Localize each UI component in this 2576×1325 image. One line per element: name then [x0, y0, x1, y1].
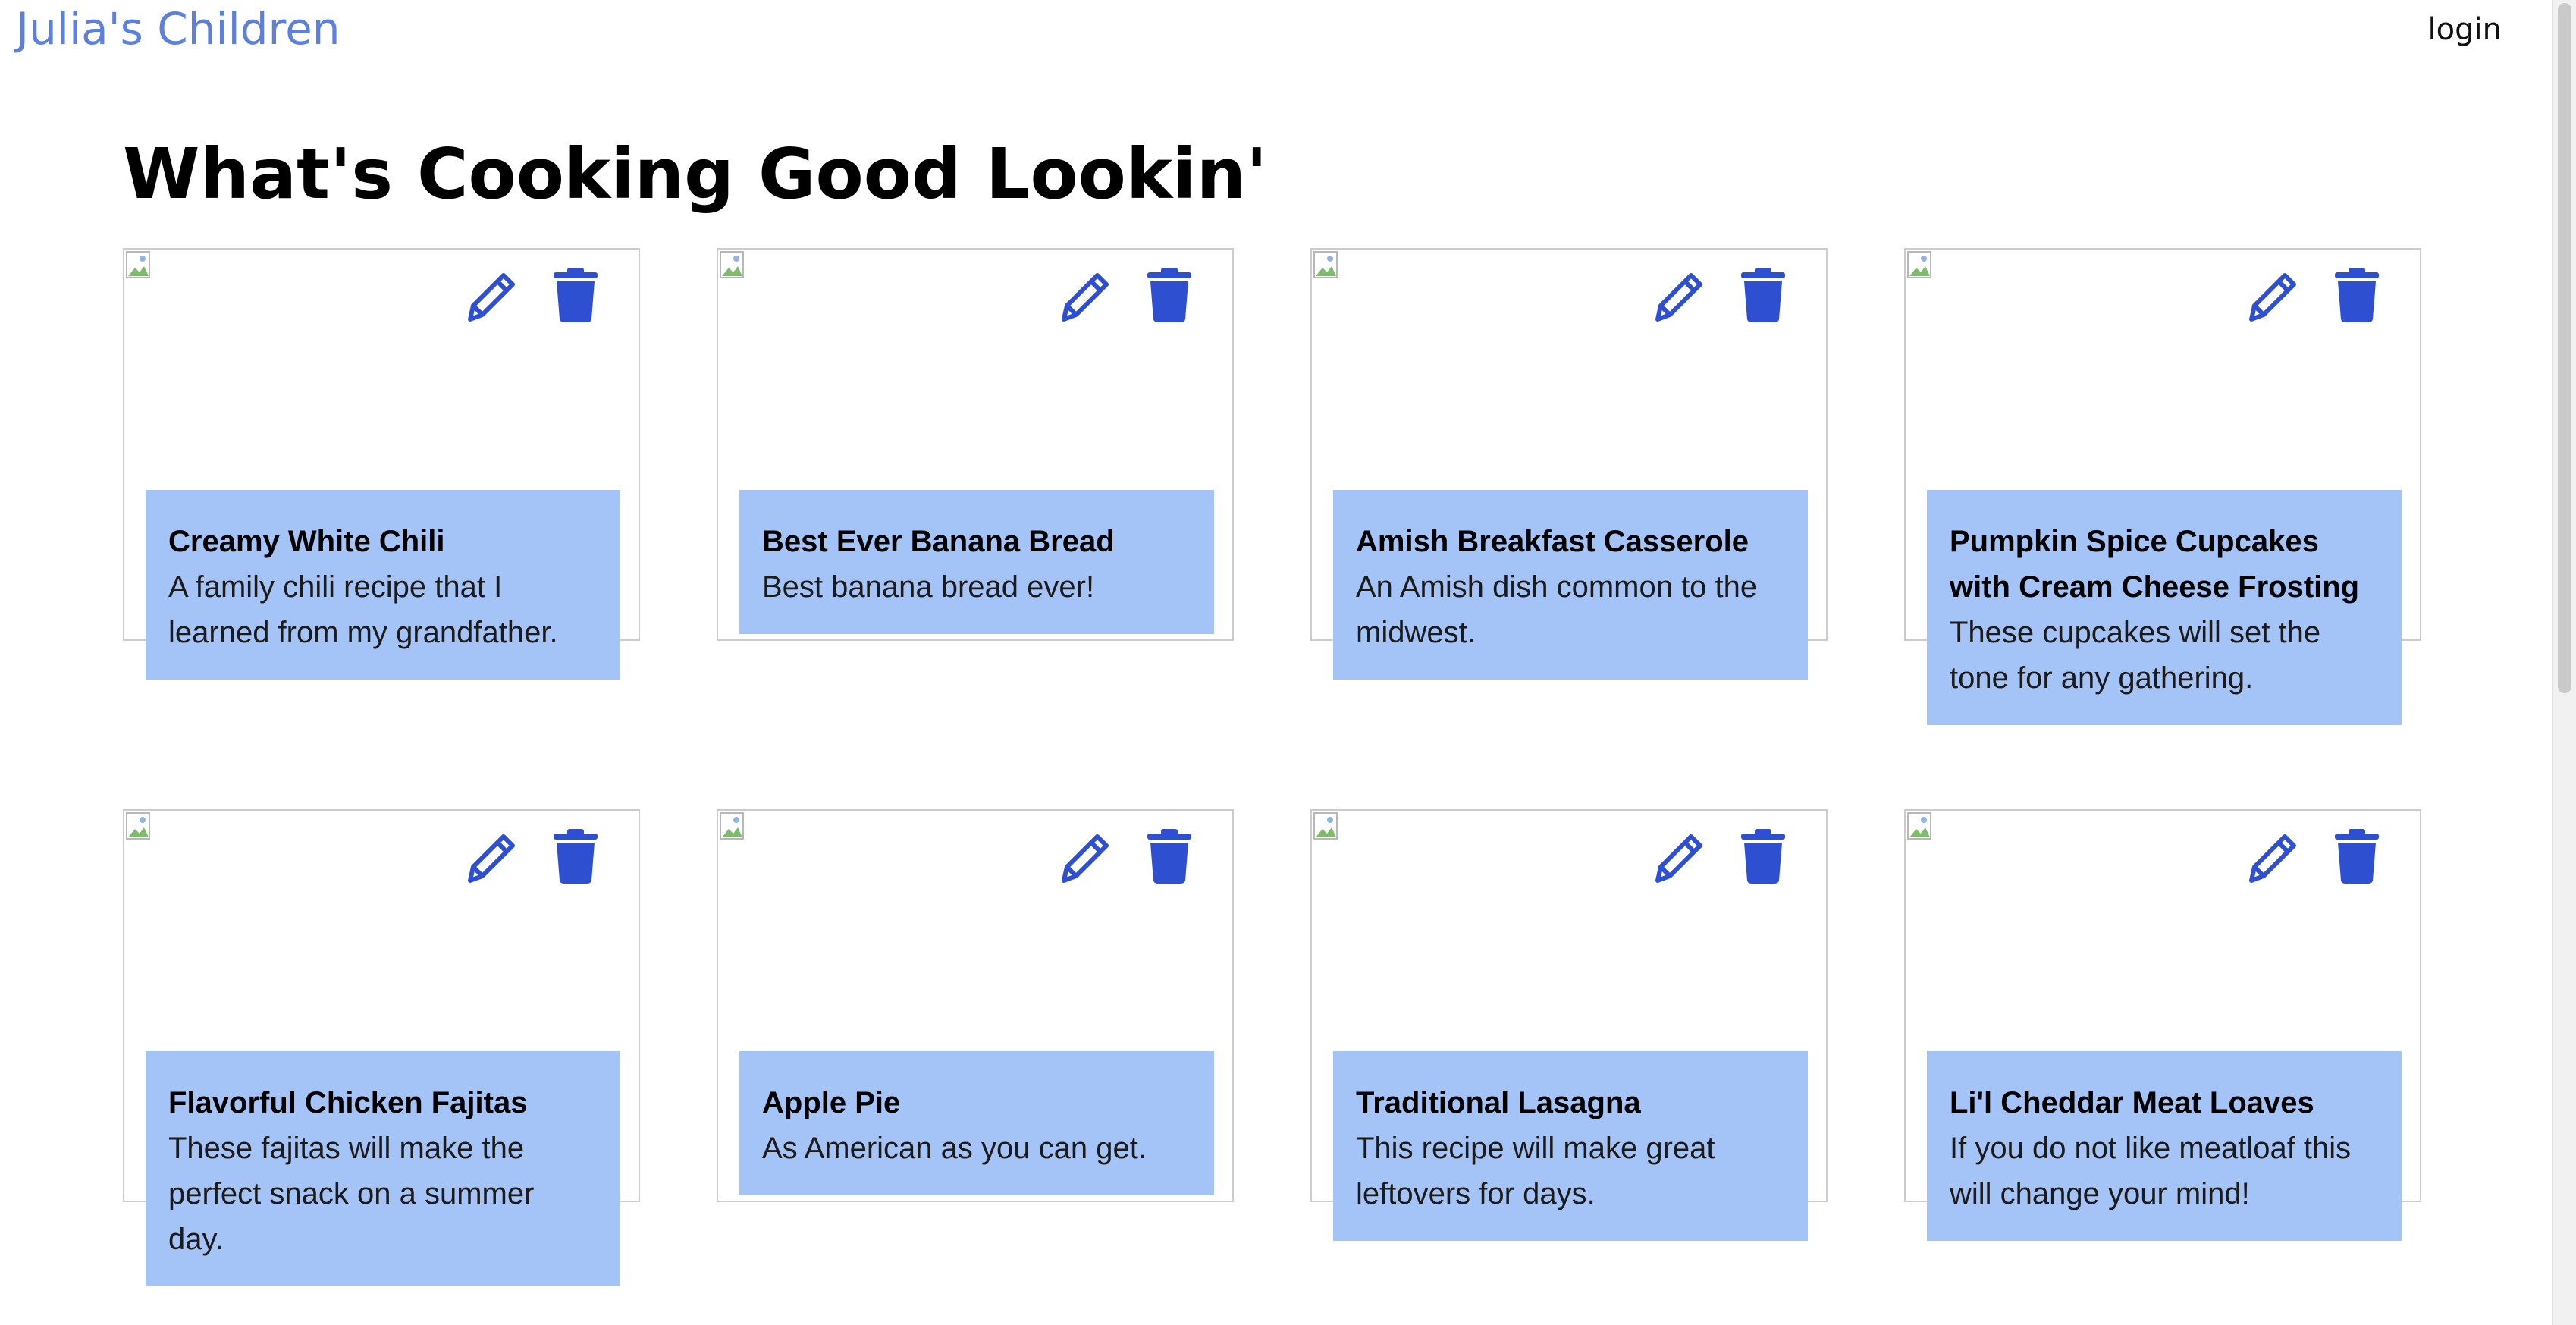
vertical-scrollbar[interactable]	[2552, 0, 2576, 1325]
trash-icon	[2335, 268, 2379, 322]
recipe-description: If you do not like meatloaf this will ch…	[1950, 1132, 2352, 1210]
recipe-description: An Amish dish common to the midwest.	[1356, 570, 1758, 649]
recipe-card[interactable]: Traditional Lasagna This recipe will mak…	[1310, 809, 1828, 1241]
edit-button[interactable]	[466, 266, 519, 324]
delete-button[interactable]	[1737, 266, 1790, 324]
recipe-grid: Creamy White Chili A family chili recipe…	[123, 248, 2428, 1286]
recipe-card[interactable]: Li'l Cheddar Meat Loaves If you do not l…	[1904, 809, 2421, 1241]
delete-button[interactable]	[1143, 266, 1196, 324]
broken-image-icon	[720, 812, 744, 840]
trash-icon	[554, 268, 598, 322]
edit-button[interactable]	[1059, 827, 1112, 885]
recipe-card[interactable]: Amish Breakfast Casserole An Amish dish …	[1310, 248, 1828, 680]
broken-image-icon	[720, 251, 744, 278]
recipe-description: This recipe will make great leftovers fo…	[1356, 1132, 1715, 1210]
recipe-title[interactable]: Traditional Lasagna	[1356, 1080, 1785, 1126]
edit-button[interactable]	[466, 827, 519, 885]
delete-button[interactable]	[549, 827, 602, 885]
edit-button[interactable]	[1653, 827, 1706, 885]
pencil-icon	[468, 273, 515, 322]
pencil-icon	[1062, 273, 1109, 322]
recipe-info-panel: Amish Breakfast Casserole An Amish dish …	[1333, 490, 1808, 680]
recipe-card[interactable]: Pumpkin Spice Cupcakes with Cream Cheese…	[1904, 248, 2421, 725]
trash-icon	[1147, 268, 1191, 322]
trash-icon	[1741, 829, 1785, 884]
recipe-info-panel: Apple Pie As American as you can get.	[739, 1051, 1214, 1195]
recipe-title[interactable]: Flavorful Chicken Fajitas	[168, 1080, 598, 1126]
recipe-description: These cupcakes will set the tone for any…	[1950, 616, 2321, 695]
trash-icon	[1147, 829, 1191, 884]
recipe-info-panel: Li'l Cheddar Meat Loaves If you do not l…	[1927, 1051, 2402, 1241]
recipe-title[interactable]: Creamy White Chili	[168, 519, 598, 564]
pencil-icon	[1655, 834, 1702, 883]
edit-button[interactable]	[1653, 266, 1706, 324]
edit-button[interactable]	[2247, 827, 2300, 885]
recipe-description: A family chili recipe that I learned fro…	[168, 570, 558, 649]
delete-button[interactable]	[549, 266, 602, 324]
delete-button[interactable]	[1737, 827, 1790, 885]
login-link[interactable]: login	[2428, 12, 2502, 47]
recipe-description: These fajitas will make the perfect snac…	[168, 1132, 535, 1256]
trash-icon	[2335, 829, 2379, 884]
recipe-info-panel: Creamy White Chili A family chili recipe…	[146, 490, 620, 680]
pencil-icon	[1655, 273, 1702, 322]
pencil-icon	[468, 834, 515, 883]
recipe-description: Best banana bread ever!	[762, 570, 1095, 604]
recipe-description: As American as you can get.	[762, 1132, 1147, 1165]
recipe-card[interactable]: Best Ever Banana Bread Best banana bread…	[717, 248, 1234, 641]
pencil-icon	[2249, 834, 2296, 883]
delete-button[interactable]	[2330, 827, 2383, 885]
recipe-info-panel: Pumpkin Spice Cupcakes with Cream Cheese…	[1927, 490, 2402, 725]
recipe-card[interactable]: Creamy White Chili A family chili recipe…	[123, 248, 640, 680]
recipe-title[interactable]: Apple Pie	[762, 1080, 1191, 1126]
broken-image-icon	[126, 812, 150, 840]
edit-button[interactable]	[1059, 266, 1112, 324]
delete-button[interactable]	[1143, 827, 1196, 885]
broken-image-icon	[1907, 251, 1931, 278]
trash-icon	[554, 829, 598, 884]
delete-button[interactable]	[2330, 266, 2383, 324]
pencil-icon	[2249, 273, 2296, 322]
recipe-title[interactable]: Amish Breakfast Casserole	[1356, 519, 1785, 564]
recipe-title[interactable]: Li'l Cheddar Meat Loaves	[1950, 1080, 2379, 1126]
broken-image-icon	[126, 251, 150, 278]
scrollbar-thumb[interactable]	[2558, 3, 2571, 693]
recipe-info-panel: Best Ever Banana Bread Best banana bread…	[739, 490, 1214, 634]
recipe-card[interactable]: Apple Pie As American as you can get.	[717, 809, 1234, 1202]
broken-image-icon	[1313, 251, 1338, 278]
pencil-icon	[1062, 834, 1109, 883]
recipe-info-panel: Flavorful Chicken Fajitas These fajitas …	[146, 1051, 620, 1286]
recipe-title[interactable]: Best Ever Banana Bread	[762, 519, 1191, 564]
recipe-card[interactable]: Flavorful Chicken Fajitas These fajitas …	[123, 809, 640, 1286]
top-navbar: Julia's Children login	[0, 0, 2576, 68]
page-title: What's Cooking Good Lookin'	[123, 133, 1268, 215]
brand-link[interactable]: Julia's Children	[16, 3, 340, 55]
trash-icon	[1741, 268, 1785, 322]
recipe-info-panel: Traditional Lasagna This recipe will mak…	[1333, 1051, 1808, 1241]
recipe-title[interactable]: Pumpkin Spice Cupcakes with Cream Cheese…	[1950, 519, 2379, 610]
edit-button[interactable]	[2247, 266, 2300, 324]
broken-image-icon	[1907, 812, 1931, 840]
broken-image-icon	[1313, 812, 1338, 840]
